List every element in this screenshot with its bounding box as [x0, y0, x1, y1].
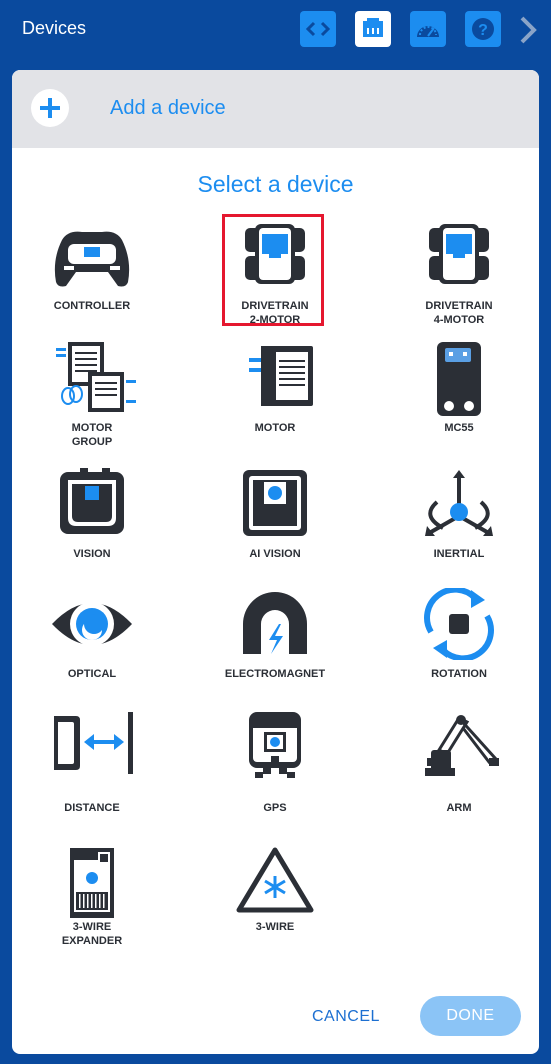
eye-icon — [52, 602, 132, 646]
device-3-wire[interactable]: 3-WIRE — [200, 846, 350, 976]
ai-vision-icon — [243, 470, 307, 536]
code-view-button[interactable] — [300, 11, 336, 47]
device-label: MOTOR — [71, 422, 113, 434]
device-label: AI VISION — [249, 548, 301, 560]
arm-icon — [425, 715, 499, 776]
device-label: OPTICAL — [67, 668, 117, 680]
device-label: CONTROLLER — [53, 300, 131, 312]
device-label: ELECTROMAGNET — [224, 668, 326, 680]
vision-icon — [60, 468, 124, 534]
distance-icon — [54, 712, 133, 774]
device-distance[interactable]: DISTANCE — [17, 710, 167, 840]
rotation-icon — [424, 588, 494, 660]
device-rotation[interactable]: ROTATION — [384, 588, 534, 718]
add-device-row[interactable]: Add a device — [12, 70, 539, 148]
device-drivetrain-4-motor[interactable]: DRIVETRAIN 4-MOTOR — [384, 220, 534, 350]
three-wire-icon — [236, 847, 314, 913]
plus-icon — [40, 98, 60, 118]
selection-highlight — [222, 214, 324, 326]
cancel-button[interactable]: CANCEL — [312, 1008, 380, 1026]
device-label: GPS — [263, 802, 287, 814]
device-electromagnet[interactable]: ELECTROMAGNET — [200, 588, 350, 718]
dashboard-button[interactable] — [410, 11, 446, 47]
svg-text:?: ? — [478, 22, 488, 39]
device-label: 3-WIRE — [255, 921, 295, 933]
device-arm[interactable]: ARM — [384, 710, 534, 840]
mc55-icon — [437, 342, 481, 416]
device-optical[interactable]: OPTICAL — [17, 588, 167, 718]
device-sublabel: EXPANDER — [61, 935, 123, 947]
device-controller[interactable]: CONTROLLER — [17, 220, 167, 350]
done-button[interactable]: DONE — [420, 996, 521, 1036]
gps-icon — [249, 712, 301, 778]
device-3-wire-expander[interactable]: 3-WIRE EXPANDER — [17, 846, 167, 976]
chevron-right-icon[interactable] — [514, 12, 544, 48]
help-button[interactable]: ? — [465, 11, 501, 47]
inertial-icon — [425, 470, 493, 536]
device-label: DRIVETRAIN — [425, 300, 493, 312]
page-title: Devices — [22, 18, 87, 38]
device-label: DISTANCE — [64, 802, 120, 814]
top-bar: Devices ? — [0, 0, 551, 60]
device-inertial[interactable]: INERTIAL — [384, 468, 534, 598]
devices-button[interactable] — [355, 11, 391, 47]
magnet-icon — [243, 592, 307, 654]
device-mc55[interactable]: MC55 — [384, 342, 534, 472]
device-motor-group[interactable]: MOTOR GROUP — [17, 342, 167, 472]
device-sublabel: 4-MOTOR — [433, 314, 485, 326]
help-icon: ? — [472, 18, 494, 40]
motor-icon — [249, 346, 313, 406]
expander-icon — [70, 848, 114, 918]
code-icon — [305, 21, 331, 37]
add-device-button[interactable] — [31, 89, 69, 127]
drivetrain-icon — [429, 224, 489, 284]
select-device-heading: Select a device — [197, 171, 354, 197]
device-ai-vision[interactable]: AI VISION — [200, 468, 350, 598]
motor-group-icon — [56, 342, 136, 412]
gauge-icon — [417, 26, 439, 37]
port-icon — [363, 18, 383, 37]
device-label: 3-WIRE — [72, 921, 112, 933]
device-label: VISION — [73, 548, 111, 560]
device-label: INERTIAL — [433, 548, 485, 560]
device-gps[interactable]: GPS — [200, 710, 350, 840]
device-label: ARM — [446, 802, 472, 814]
add-device-label[interactable]: Add a device — [110, 97, 226, 120]
device-panel: Add a device Select a device CONTROLLER … — [12, 70, 539, 1054]
device-label: ROTATION — [431, 668, 487, 680]
device-label: MOTOR — [254, 422, 296, 434]
controller-icon — [54, 231, 130, 287]
device-motor[interactable]: MOTOR — [200, 342, 350, 472]
device-vision[interactable]: VISION — [17, 468, 167, 598]
device-label: MC55 — [444, 422, 474, 434]
device-sublabel: GROUP — [71, 436, 113, 448]
